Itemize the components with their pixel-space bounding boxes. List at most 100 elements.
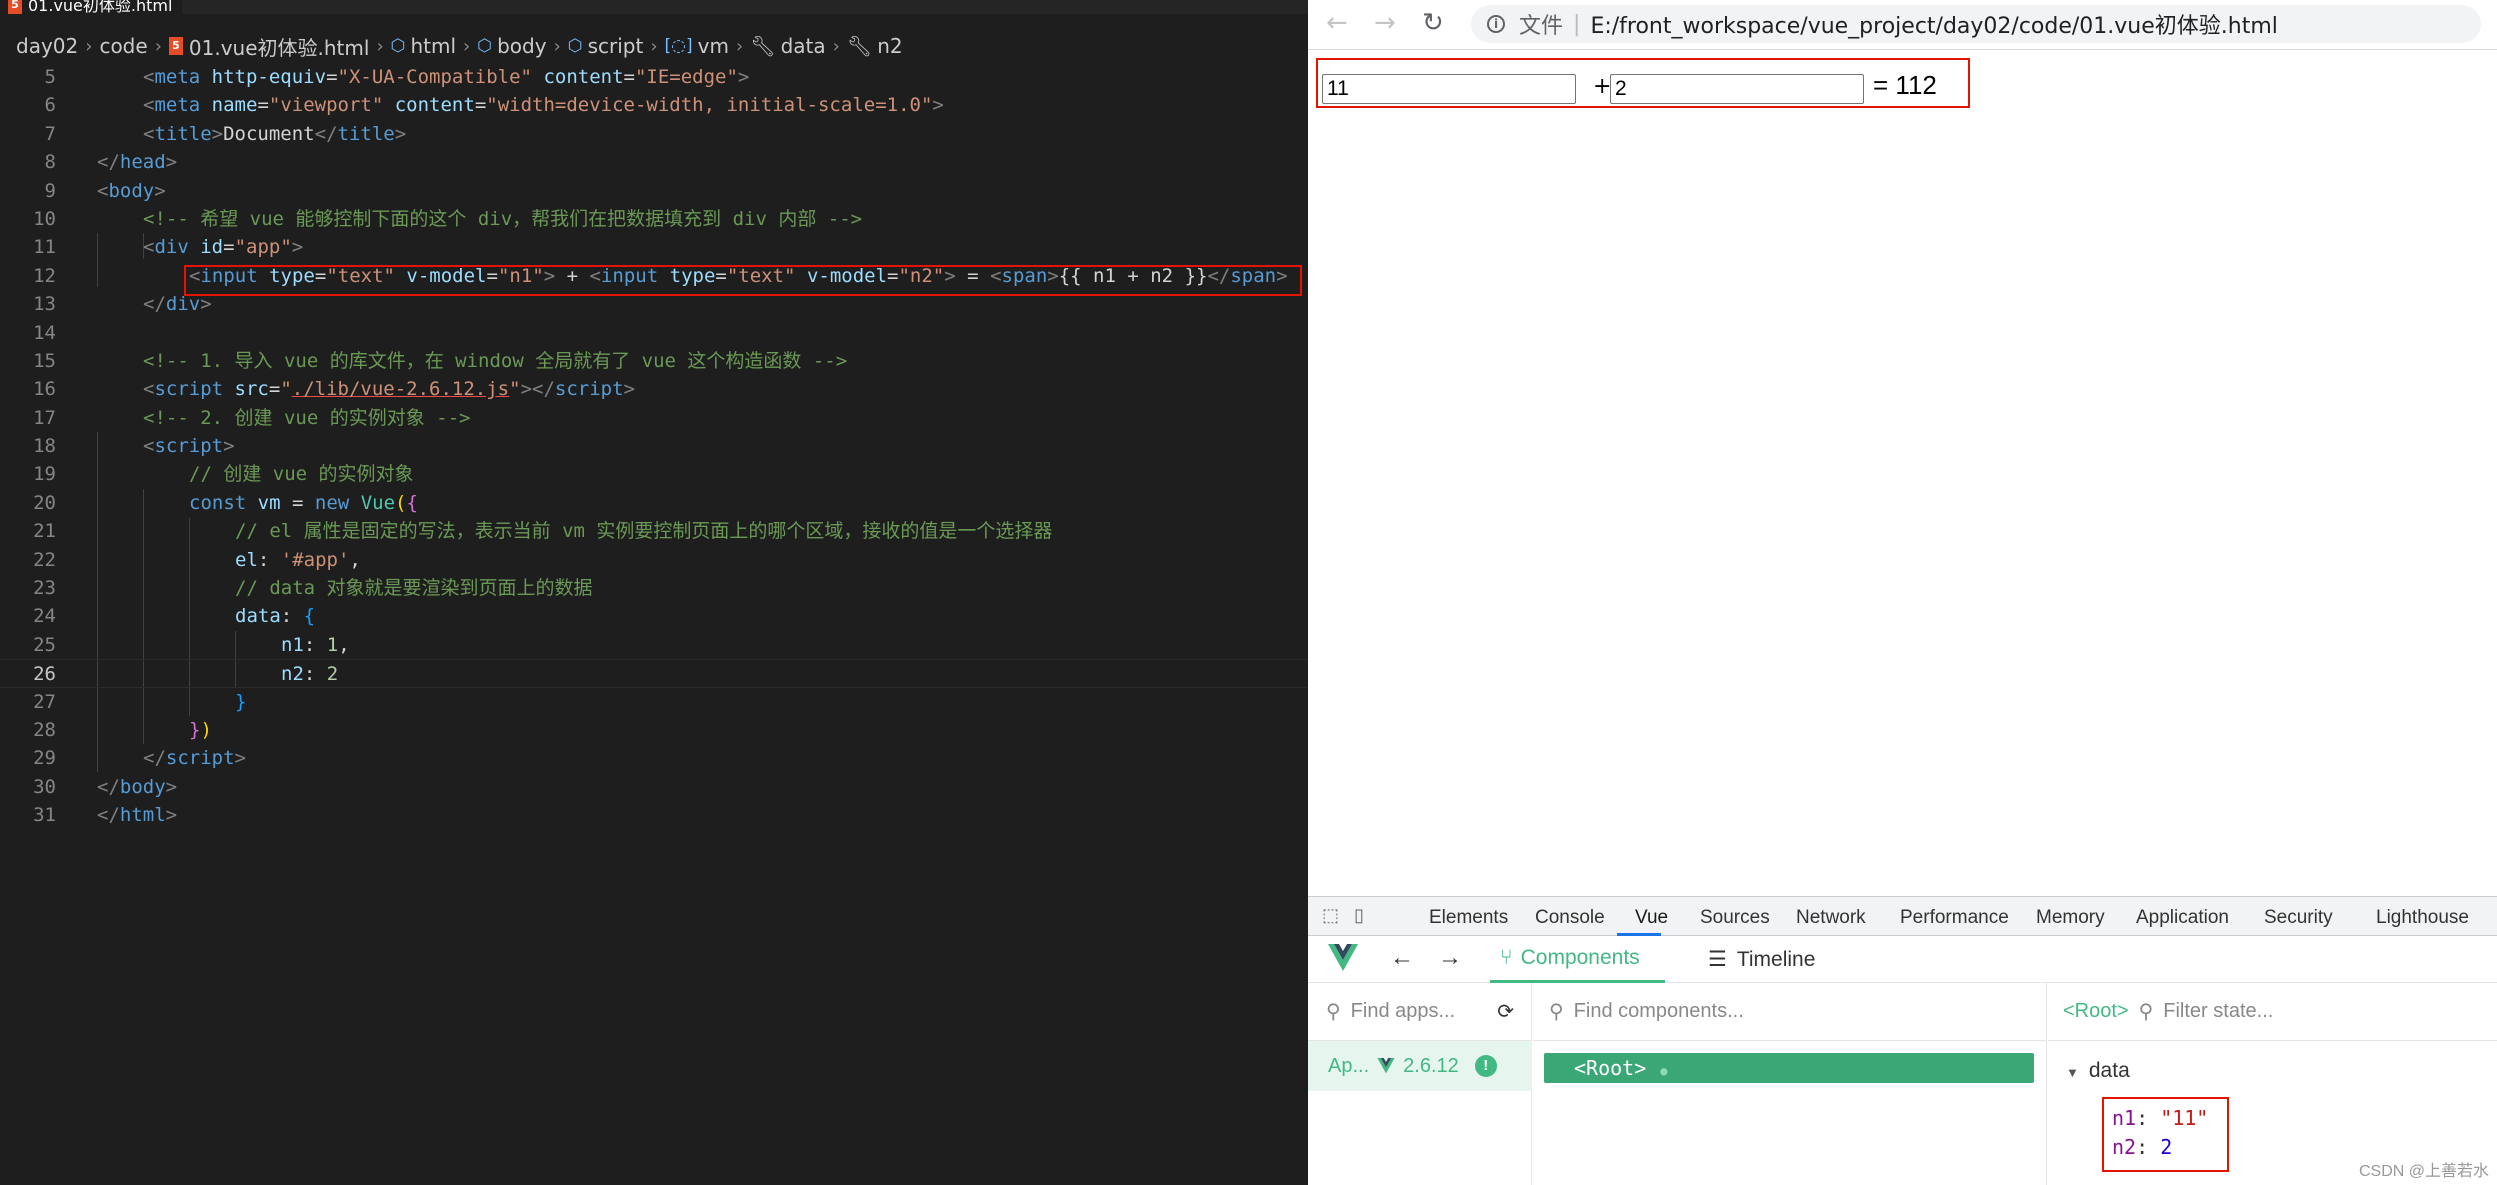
tab-application[interactable]: Application [2136,907,2229,929]
url-text[interactable]: E:/front_workspace/vue_project/day02/cod… [1590,8,2277,40]
variable-icon: [◌] [664,36,693,56]
breadcrumb-vm[interactable]: vm [698,34,729,58]
devtools-tab-bar: ⬚ ▯ Elements Console Vue Sources Network… [1308,897,2497,936]
reload-icon[interactable]: ↻ [1422,8,1444,38]
breadcrumb-script[interactable]: script [588,34,644,58]
editor-tab[interactable]: 5 01.vue初体验.html [0,0,183,14]
code-token: div [165,293,201,316]
tab-vue[interactable]: Vue [1635,907,1668,929]
line-number: 14 [33,321,56,344]
tab-security[interactable]: Security [2264,907,2333,929]
chevron-right-icon: › [463,35,471,57]
chevron-right-icon: › [154,35,162,57]
forward-arrow-icon[interactable]: → [1374,8,1396,38]
chevron-right-icon: › [85,35,93,57]
arrow-right-icon[interactable]: → [1438,944,1462,972]
tab-lighthouse[interactable]: Lighthouse [2376,907,2469,929]
breadcrumb-n2[interactable]: n2 [877,34,902,58]
n1-input[interactable] [1322,74,1576,104]
cube-icon: ⬡ [477,36,493,56]
tab-elements[interactable]: Elements [1429,907,1508,929]
dot-icon: ● [1660,1064,1668,1078]
line-number: 24 [33,605,56,628]
breadcrumb-code[interactable]: code [99,34,147,58]
line-number: 17 [33,406,56,429]
component-tree-root[interactable]: <Root> ● [1544,1053,2034,1083]
data-section-header[interactable]: ▼ data [2066,1059,2130,1083]
breadcrumb-file[interactable]: 01.vue初体验.html [189,32,370,61]
page-content: + = 112 [1308,50,2497,896]
line-number: 6 [44,94,56,117]
code-editor[interactable]: 5 01.vue初体验.html day02 › code › 5 01.vue… [0,0,1308,1185]
info-icon[interactable]: i [1487,15,1505,33]
tab-timeline-label: Timeline [1736,947,1816,971]
code-token: script [154,378,224,401]
code-token: '#app' [280,548,350,571]
find-components-placeholder: Find components... [1573,1000,1744,1022]
code-token: title [154,122,212,145]
line-number: 13 [33,293,56,316]
chevron-right-icon: › [376,35,384,57]
tab-memory[interactable]: Memory [2036,907,2105,929]
code-line: 9 <body> [0,177,1308,205]
code-line: 6 <meta name="viewport" content="width=de… [0,91,1308,119]
back-arrow-icon[interactable]: ← [1326,8,1348,38]
filter-state-placeholder[interactable]: Filter state... [2163,1000,2273,1023]
state-pane: <Root> ⚲ Filter state... ▼ data n1: "11" … [2048,983,2497,1185]
refresh-icon[interactable]: ⟳ [1497,999,1514,1024]
line-number: 30 [33,775,56,798]
code-token: "IE=edge" [634,66,738,88]
line-number: 7 [44,122,56,145]
code-token: content [543,66,624,88]
code-line: 28}) [0,716,1308,744]
search-icon: ⚲ [1326,1001,1341,1023]
n2-input[interactable] [1610,74,1864,104]
code-token: html [119,804,166,827]
tab-network[interactable]: Network [1796,907,1866,929]
warning-icon: ! [1474,1055,1497,1077]
inspect-element-icon[interactable]: ⬚ [1322,905,1344,927]
editor-tab-bar: 5 01.vue初体验.html [0,0,1308,14]
code-line: 23 // data 对象就是要渲染到页面上的数据 [0,574,1308,602]
arrow-left-icon[interactable]: ← [1390,944,1414,972]
find-components-search[interactable]: ⚲ Find components... [1533,983,2047,1041]
code-comment: // data 对象就是要渲染到页面上的数据 [235,577,593,600]
code-token: 2 [326,663,339,686]
code-token: name [211,94,258,117]
code-line: 17 <!-- 2. 创建 vue 的实例对象 --> [0,404,1308,432]
code-line: 29 </script> [0,744,1308,772]
code-comment: <!-- 1. 导入 vue 的库文件，在 window 全局就有了 vue 这… [143,349,848,372]
code-line: 19 // 创建 vue 的实例对象 [0,460,1308,488]
code-token: 1 [326,633,339,656]
line-number: 23 [33,577,56,600]
breadcrumb-body[interactable]: body [497,34,546,58]
code-link[interactable]: ./lib/vue-2.6.12.js [292,378,509,400]
breadcrumb-html[interactable]: html [410,34,456,58]
find-apps-search[interactable]: ⚲ Find apps... ⟳ [1308,983,1532,1041]
tab-sources[interactable]: Sources [1700,907,1770,929]
code-token: data [235,605,281,628]
browser-window: ← → ↻ i 文件 | E:/front_workspace/vue_proj… [1308,0,2497,1185]
tab-components[interactable]: ⑂ Components [1490,936,1665,983]
breadcrumb-data[interactable]: data [781,34,826,58]
tab-console[interactable]: Console [1535,907,1605,929]
breadcrumb-day02[interactable]: day02 [16,34,78,58]
cube-icon: ⬡ [567,36,583,56]
code-line: 30 </body> [0,773,1308,801]
code-line: 22 el: '#app', [0,546,1308,574]
tab-timeline[interactable]: ☰ Timeline [1708,936,1815,983]
line-number: 27 [33,690,56,713]
vue-devtools-panes: ⚲ Find apps... ⟳ Ap... 2.6.12 ! ⚲ Find c [1308,983,2497,1185]
tab-performance[interactable]: Performance [1900,907,2009,929]
components-pane: ⚲ Find components... <Root> ● [1533,983,2047,1185]
url-bar[interactable]: i 文件 | E:/front_workspace/vue_project/da… [1471,5,2481,43]
app-list-item[interactable]: Ap... 2.6.12 ! [1308,1041,1532,1091]
code-area[interactable]: 5 <meta http-equiv="X-UA-Compatible" cont… [0,63,1308,830]
breadcrumb: day02 › code › 5 01.vue初体验.html › ⬡ html… [0,28,903,64]
code-token: content [394,94,475,117]
line-number: 28 [33,718,56,741]
device-toggle-icon[interactable]: ▯ [1354,905,1376,927]
apps-pane: ⚲ Find apps... ⟳ Ap... 2.6.12 ! [1308,983,1532,1185]
chevron-right-icon: › [650,35,658,57]
code-line: 15 <!-- 1. 导入 vue 的库文件，在 window 全局就有了 vue… [0,347,1308,375]
